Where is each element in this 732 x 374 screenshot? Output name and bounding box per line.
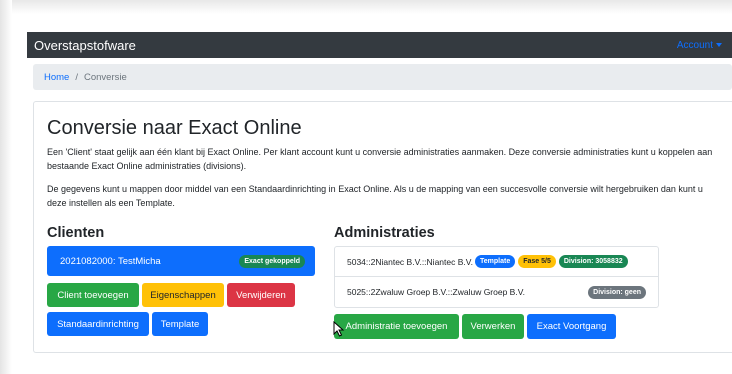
intro-paragraph-2: De gegevens kunt u mappen door middel va…	[47, 184, 703, 208]
breadcrumb-separator: /	[75, 71, 78, 83]
properties-button[interactable]: Eigenschappen	[142, 283, 224, 307]
administratie-add-button[interactable]: Administratie toevoegen	[334, 314, 459, 339]
breadcrumb-current: Conversie	[83, 71, 127, 83]
delete-button[interactable]: Verwijderen	[227, 283, 295, 307]
standard-setup-button[interactable]: Standaardinrichting	[47, 312, 149, 336]
left-shadow	[0, 0, 12, 374]
list-item[interactable]: 5025::2Zwaluw Groep B.V.::Zwaluw Groep B…	[335, 277, 658, 307]
process-button[interactable]: Verwerken	[462, 314, 524, 339]
window: Overstapstofware Account Home / Conversi…	[0, 0, 732, 374]
clienten-heading: Clienten	[47, 225, 105, 241]
client-label: 2021082000: TestMicha	[60, 255, 161, 267]
breadcrumb: Home / Conversie	[33, 64, 732, 90]
intro-paragraph-1: Een 'Client' staat gelijk aan één klant …	[47, 147, 713, 171]
account-label: Account	[676, 39, 713, 51]
top-shadow	[0, 0, 732, 14]
account-dropdown[interactable]: Account	[677, 40, 722, 51]
administratie-label: 5034::2Niantec B.V.::Niantec B.V.	[347, 256, 474, 267]
phase-badge: Fase 5/5	[518, 255, 556, 268]
page-title: Conversie naar Exact Online	[47, 117, 302, 139]
division-badge: Division: geen	[588, 285, 646, 299]
division-badge: Division: 3058832	[558, 255, 628, 268]
caret-down-icon	[716, 43, 722, 47]
template-badge: Template	[475, 255, 516, 268]
client-add-button[interactable]: Client toevoegen	[47, 283, 139, 307]
list-item[interactable]: 5034::2Niantec B.V.::Niantec B.V. Templa…	[335, 247, 658, 277]
breadcrumb-home[interactable]: Home	[44, 72, 69, 83]
status-badge: Exact gekoppeld	[239, 254, 305, 268]
mouse-cursor-icon	[333, 321, 345, 337]
template-button[interactable]: Template	[152, 312, 208, 336]
administratie-label: 5025::2Zwaluw Groep B.V.::Zwaluw Groep B…	[347, 287, 525, 297]
administraties-list: 5034::2Niantec B.V.::Niantec B.V. Templa…	[334, 246, 659, 308]
client-list-item[interactable]: 2021082000: TestMicha Exact gekoppeld	[47, 246, 315, 276]
exact-progress-button[interactable]: Exact Voortgang	[527, 314, 616, 339]
navbar: Overstapstofware Account	[27, 32, 732, 58]
navbar-brand[interactable]: Overstapstofware	[34, 38, 136, 53]
administraties-heading: Administraties	[334, 225, 435, 241]
